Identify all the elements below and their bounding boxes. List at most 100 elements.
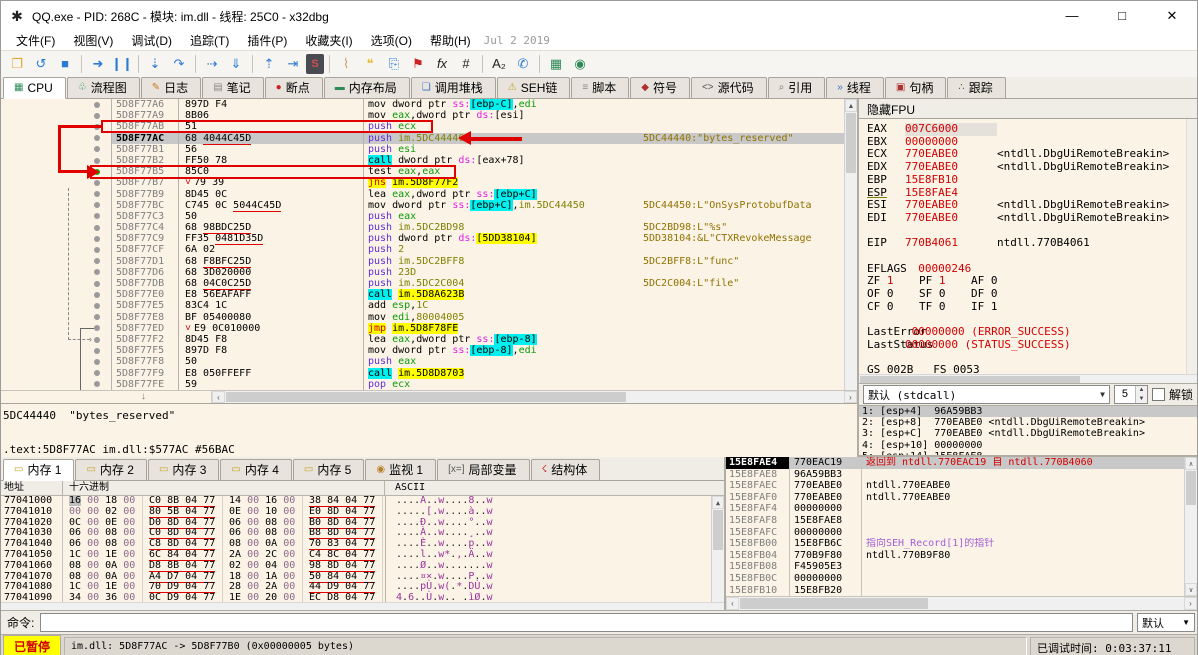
tab-跟踪[interactable]: ∴ 跟踪 [947, 77, 1006, 98]
disasm-row[interactable]: 5D8F77F9 E8 050FFEFF call im.5D8D8703 [1, 367, 857, 379]
labels-icon[interactable]: ⎘ [383, 54, 405, 74]
register-row-ebp[interactable]: EBP 15E8FB10 [867, 173, 1197, 187]
tab-监视-1[interactable]: ◉ 监视 1 [365, 459, 437, 480]
tab-内存-4[interactable]: ▭ 内存 4 [220, 459, 292, 480]
stack-row[interactable]: 15E8FAF4 00000000 [726, 503, 1197, 515]
tab-seh链[interactable]: ⚠ SEH链 [496, 77, 571, 98]
row-dot[interactable] [94, 135, 100, 142]
disasm-vertical-scrollbar[interactable]: ▲ [844, 99, 857, 390]
tab-内存-3[interactable]: ▭ 内存 3 [147, 459, 220, 480]
row-dot[interactable] [94, 224, 100, 231]
disasm-row[interactable]: 5D8F77F8 50 push eax [1, 356, 857, 368]
stack-row[interactable]: 15E8FB08 F45905E3 [726, 561, 1197, 573]
stack-row[interactable]: 15E8FAFC 00000000 [726, 526, 1197, 539]
row-dot[interactable] [94, 370, 100, 377]
tab-线程[interactable]: » 线程 [826, 77, 884, 98]
call-arg-row[interactable]: 5: [esp+14] 15E8FAE8 [859, 451, 1197, 455]
row-dot[interactable] [94, 314, 100, 321]
command-input[interactable] [40, 613, 1133, 632]
unlock-checkbox[interactable] [1151, 388, 1165, 401]
minimize-button[interactable]: — [1047, 1, 1097, 31]
open-file-icon[interactable]: ❐ [6, 54, 28, 74]
registers-horizontal-scrollbar[interactable] [859, 374, 1197, 383]
close-button[interactable]: ✕ [1147, 1, 1197, 31]
laststatus-row[interactable]: LastStatus 00000000 (STATUS_SUCCESS) [867, 338, 1197, 352]
hide-fpu-button[interactable]: 隐藏FPU [859, 99, 1197, 119]
scroll-left-arrow[interactable]: ‹ [726, 597, 739, 610]
tab-句柄[interactable]: ▣ 句柄 [884, 77, 947, 98]
flag-tf[interactable]: TF 0 [919, 300, 971, 314]
disasm-row[interactable]: 5D8F77C4 68 98BDC25D push im.5DC2BD98 5DC2B… [1, 222, 857, 235]
row-dot[interactable] [94, 258, 100, 265]
memory-row[interactable]: 77041090 34 00 36 00 0C D9 04 77 1E 00 20 0… [1, 592, 724, 602]
row-dot[interactable] [94, 325, 100, 332]
menu-item-f[interactable]: 文件(F) [7, 31, 64, 50]
scroll-thumb[interactable] [226, 392, 626, 402]
scroll-up-arrow[interactable]: ▲ [712, 496, 724, 509]
tab-断点[interactable]: ● 断点 [264, 77, 323, 98]
flags-row[interactable]: OF 0 SF 0 DF 0 [867, 287, 1197, 301]
row-dot[interactable] [94, 302, 100, 309]
menu-item-o[interactable]: 选项(O) [362, 31, 421, 50]
disasm-row[interactable]: 5D8F77E0 E8 56EAFAFF call im.5D8A623B [1, 289, 857, 301]
registers-vertical-scrollbar[interactable] [1186, 119, 1197, 374]
register-row-eax[interactable]: EAX 007C6000 [867, 122, 1197, 136]
scroll-up-arrow[interactable]: ∧ [1185, 457, 1197, 470]
spinner-up-icon[interactable]: ▲ [1135, 386, 1147, 395]
disasm-row[interactable]: 5D8F77DB 68 04C0C25D push im.5DC2C004 5DC2C… [1, 278, 857, 290]
step-out-icon[interactable]: ⇡ [258, 54, 280, 74]
disasm-row[interactable]: 5D8F77B9 8D45 0C lea eax,dword ptr ss:[ebp… [1, 188, 857, 200]
tab-脚本[interactable]: ≡ 脚本 [571, 77, 630, 98]
row-dot[interactable] [94, 213, 100, 220]
disasm-row[interactable]: 5D8F77B1 56 push esi [1, 143, 857, 155]
spinner-down-icon[interactable]: ▼ [1135, 394, 1147, 403]
disasm-row[interactable]: 5D8F77E8 BF 05400080 mov edi,80004005 [1, 311, 857, 323]
calling-convention-dropdown[interactable]: 默认 (stdcall) ▼ [863, 385, 1110, 404]
scroll-thumb[interactable] [846, 113, 856, 173]
menu-item-p[interactable]: 插件(P) [238, 31, 296, 50]
run-icon[interactable]: ➜ [87, 54, 109, 74]
strings-icon[interactable]: A₂ [488, 54, 510, 74]
scroll-down-arrow[interactable]: ∨ [1185, 583, 1197, 596]
stack-row[interactable]: 15E8FAE8 96A59BB3 [726, 468, 1197, 481]
tab-内存-5[interactable]: ▭ 内存 5 [292, 459, 365, 480]
menu-item-h[interactable]: 帮助(H) [421, 31, 480, 50]
menu-item-i[interactable]: 收藏夹(I) [296, 31, 361, 50]
disasm-row[interactable]: 5D8F77D6 68 3D020000 push 23D [1, 266, 857, 278]
disasm-row[interactable]: 5D8F77BC C745 0C 5044C45D mov dword ptr ss… [1, 199, 857, 212]
scroll-thumb[interactable] [740, 598, 929, 609]
row-dot[interactable] [94, 191, 100, 198]
scroll-right-arrow[interactable]: › [844, 391, 857, 403]
disasm-row[interactable]: 5D8F77ED ˅ E9 0C010000 jmp im.5D8F78FE [1, 322, 857, 334]
comments-icon[interactable]: ❝ [359, 54, 381, 74]
register-row-edx[interactable]: EDX 770EABE0 <ntdll.DbgUiRemoteBreakin> [867, 160, 1197, 174]
disasm-row[interactable]: 5D8F77A6 897D F4 mov dword ptr ss:[ebp-C],… [1, 99, 857, 111]
call-arg-row[interactable]: 3: [esp+C] 770EABE0 <ntdll.DbgUiRemoteBr… [859, 428, 1197, 439]
flag-if[interactable]: IF 1 [971, 300, 1023, 314]
tab-笔记[interactable]: ▤ 笔记 [202, 77, 264, 98]
stack-horizontal-scrollbar[interactable]: ‹ › [726, 596, 1197, 610]
stack-row[interactable]: 15E8FAF8 15E8FAE8 [726, 514, 1197, 527]
disasm-row[interactable]: 5D8F77D1 68 F8BFC25D push im.5DC2BFF8 5DC2B… [1, 255, 857, 268]
stack-row[interactable]: 15E8FB00 15E8FB6C 指向SEH_Record[1]的指针 [726, 538, 1197, 550]
tab-符号[interactable]: ◆ 符号 [630, 77, 690, 98]
scroll-up-arrow[interactable]: ▲ [845, 99, 857, 112]
scroll-thumb[interactable] [1186, 471, 1196, 505]
scroll-thumb[interactable] [713, 510, 723, 550]
tab-内存布局[interactable]: ▬ 内存布局 [323, 77, 410, 98]
tab-调用堆栈[interactable]: ❏ 调用堆栈 [410, 77, 496, 98]
flags-row[interactable]: ZF 1 PF 1 AF 0 [867, 275, 1197, 288]
maximize-button[interactable]: □ [1097, 1, 1147, 31]
sse-avx-icon[interactable]: S [306, 54, 324, 74]
breakpoints-count-icon[interactable]: # [455, 54, 477, 74]
step-over-icon[interactable]: ↷ [168, 54, 190, 74]
stack-row[interactable]: 15E8FB04 770B9F80 ntdll.770B9F80 [726, 549, 1197, 562]
stack-row[interactable]: 15E8FAEC 770EABE0 ntdll.770EABE0 [726, 480, 1197, 492]
bookmarks-icon[interactable]: ⚑ [407, 54, 429, 74]
patches-icon[interactable]: ⌇ [335, 54, 357, 74]
call-arg-row[interactable]: 2: [esp+8] 770EABE0 <ntdll.DbgUiRemoteBr… [859, 417, 1197, 428]
disasm-row[interactable]: 5D8F77AC 68 4044C45D push im.5DC44440 5DC44… [1, 132, 857, 145]
row-dot[interactable] [94, 381, 100, 388]
call-arg-row[interactable]: 4: [esp+10] 00000000 [859, 440, 1197, 451]
calculator-icon[interactable]: ▦ [545, 54, 567, 74]
